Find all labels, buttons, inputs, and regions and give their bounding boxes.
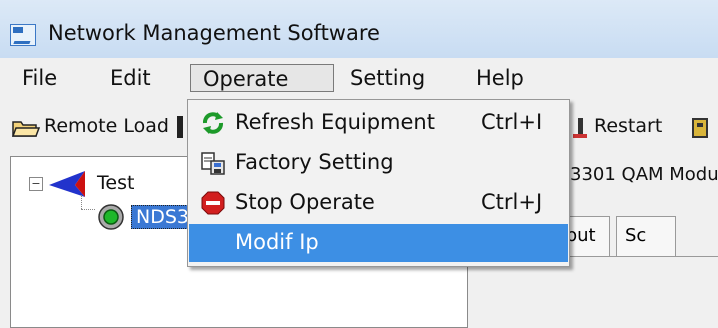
menu-help[interactable]: Help (476, 64, 524, 92)
device-icon (692, 118, 708, 138)
menu-bar: File Edit Operate Setting Help (0, 58, 718, 99)
title-bar: Network Management Software (0, 0, 718, 58)
tree-connector (81, 195, 82, 209)
device-title: 3301 QAM Modu (570, 164, 718, 185)
network-icon (49, 171, 85, 197)
window-title: Network Management Software (48, 21, 380, 45)
menu-operate[interactable]: Operate (190, 64, 334, 92)
tree-collapse-toggle[interactable]: − (29, 177, 43, 191)
folder-icon (12, 121, 40, 137)
factory-setting-icon (201, 152, 225, 175)
menu-item-label: Stop Operate (235, 190, 375, 214)
operate-menu: Refresh Equipment Ctrl+I Factory Setting… (187, 99, 570, 267)
tree-item-test[interactable]: Test (97, 172, 134, 194)
stop-icon (201, 191, 225, 215)
menu-item-refresh-equipment[interactable]: Refresh Equipment Ctrl+I (189, 104, 568, 142)
menu-file[interactable]: File (22, 64, 57, 92)
menu-item-stop-operate[interactable]: Stop Operate Ctrl+J (189, 184, 568, 222)
menu-edit[interactable]: Edit (110, 64, 151, 92)
restart-button[interactable]: Restart (594, 115, 662, 137)
refresh-icon (203, 112, 223, 134)
tree-connector (81, 209, 95, 210)
menu-item-label: Refresh Equipment (235, 110, 435, 134)
menu-item-shortcut: Ctrl+I (481, 110, 543, 134)
menu-item-modif-ip[interactable]: Modif Ip (189, 224, 568, 262)
device-status-icon (98, 204, 124, 230)
menu-setting[interactable]: Setting (350, 64, 425, 92)
tree-item-nds[interactable]: NDS3 (131, 205, 194, 229)
menu-item-shortcut: Ctrl+J (481, 190, 543, 214)
menu-item-label: Factory Setting (235, 150, 394, 174)
toolbar-separator (177, 116, 183, 138)
menu-item-label: Modif Ip (235, 230, 319, 254)
menu-item-factory-setting[interactable]: Factory Setting (189, 144, 568, 182)
remote-load-button[interactable]: Remote Load (44, 115, 169, 137)
tab-sc[interactable]: Sc (616, 216, 676, 256)
restart-icon (573, 118, 587, 138)
app-icon (10, 24, 36, 46)
